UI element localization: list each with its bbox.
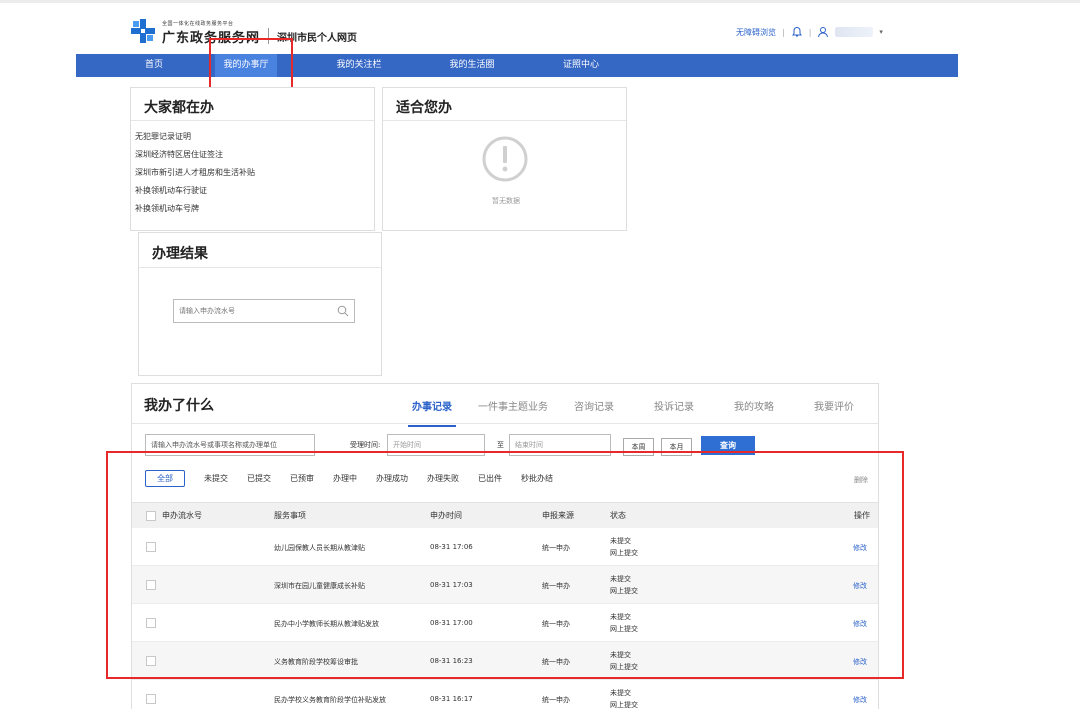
popular-item[interactable]: 无犯罪记录证明 bbox=[135, 128, 255, 146]
popular-card-header: 大家都在办 bbox=[131, 88, 374, 121]
user-name-redacted[interactable] bbox=[835, 27, 874, 37]
result-card: 办理结果 bbox=[138, 232, 382, 376]
nav-my-life[interactable]: 我的生活圈 bbox=[444, 54, 500, 77]
records-tabs: 办事记录 一件事主题业务 咨询记录 投诉记录 我的攻略 我要评价 bbox=[408, 398, 854, 427]
records-card-title: 我办了什么 bbox=[144, 398, 214, 414]
header-separator: | bbox=[808, 27, 812, 37]
serial-search-input[interactable] bbox=[174, 300, 324, 322]
row-time: 08-31 16:17 bbox=[430, 695, 473, 703]
tab-consult[interactable]: 咨询记录 bbox=[574, 398, 614, 413]
row-status-main: 未提交 bbox=[610, 689, 631, 697]
nav-home[interactable]: 首页 bbox=[139, 54, 169, 77]
popular-list: 无犯罪记录证明 深圳经济特区居住证签注 深圳市新引进人才租房和生活补贴 补换领机… bbox=[135, 128, 255, 218]
nav-license-center[interactable]: 证照中心 bbox=[556, 54, 606, 77]
user-icon[interactable] bbox=[817, 26, 829, 38]
tab-complaint[interactable]: 投诉记录 bbox=[654, 398, 694, 413]
header-separator: | bbox=[782, 27, 785, 37]
empty-data-icon bbox=[482, 136, 528, 182]
accessibility-link[interactable]: 无障碍浏览 bbox=[736, 27, 776, 38]
popular-item[interactable]: 补换领机动车行驶证 bbox=[135, 182, 255, 200]
tab-records[interactable]: 办事记录 bbox=[408, 398, 456, 427]
result-card-header: 办理结果 bbox=[139, 233, 381, 268]
time-label: 受理时间: bbox=[350, 441, 381, 449]
row-source: 统一申办 bbox=[542, 696, 570, 704]
suggest-card: 适合您办 暂无数据 bbox=[382, 87, 627, 231]
suggest-card-title: 适合您办 bbox=[396, 100, 452, 116]
row-status: 未提交 网上提交 bbox=[610, 687, 638, 709]
table-row: 民办学校义务教育阶段学位补贴发放 08-31 16:17 统一申办 未提交 网上… bbox=[132, 680, 878, 709]
tabs-divider bbox=[132, 423, 878, 424]
header-tools: 无障碍浏览 | | ▾ bbox=[736, 25, 883, 39]
nav-my-follow[interactable]: 我的关注栏 bbox=[331, 54, 387, 77]
tab-evaluate[interactable]: 我要评价 bbox=[814, 398, 854, 413]
row-edit-link[interactable]: 修改 bbox=[853, 695, 867, 705]
serial-search-box bbox=[173, 299, 355, 323]
row-status-sub: 网上提交 bbox=[610, 701, 638, 709]
site-header: 全国一体化在线政务服务平台 广东政务服务网 深圳市民个人网页 无障碍浏览 | |… bbox=[0, 3, 1080, 53]
brand-subtitle: 全国一体化在线政务服务平台 bbox=[162, 21, 234, 27]
chevron-down-icon[interactable]: ▾ bbox=[879, 28, 883, 36]
popular-card-title: 大家都在办 bbox=[144, 100, 214, 116]
result-card-title: 办理结果 bbox=[152, 246, 208, 262]
bell-icon[interactable] bbox=[791, 26, 803, 38]
tab-guides[interactable]: 我的攻略 bbox=[734, 398, 774, 413]
popular-item[interactable]: 深圳市新引进人才租房和生活补贴 bbox=[135, 164, 255, 182]
highlight-box bbox=[106, 451, 904, 679]
row-item: 民办学校义务教育阶段学位补贴发放 bbox=[274, 696, 386, 704]
search-icon[interactable] bbox=[337, 305, 349, 317]
highlight-box bbox=[209, 38, 293, 91]
to-label: 至 bbox=[497, 441, 504, 449]
tab-one-thing[interactable]: 一件事主题业务 bbox=[478, 398, 548, 413]
logo-icon bbox=[131, 19, 155, 43]
suggest-card-header: 适合您办 bbox=[383, 88, 626, 121]
popular-item[interactable]: 补换领机动车号牌 bbox=[135, 200, 255, 218]
row-checkbox[interactable] bbox=[146, 694, 156, 704]
popular-card: 大家都在办 无犯罪记录证明 深圳经济特区居住证签注 深圳市新引进人才租房和生活补… bbox=[130, 87, 375, 231]
popular-item[interactable]: 深圳经济特区居住证签注 bbox=[135, 146, 255, 164]
empty-data-text: 暂无数据 bbox=[492, 197, 520, 205]
